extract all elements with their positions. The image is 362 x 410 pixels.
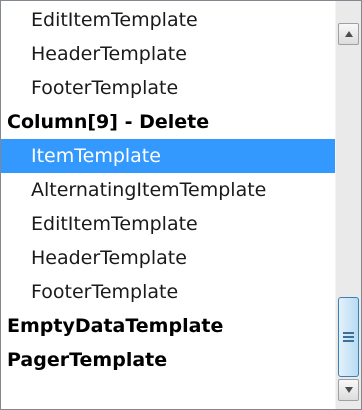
down-arrow-icon xyxy=(345,387,353,393)
scroll-down-button[interactable] xyxy=(338,379,359,401)
template-list: EditItemTemplate HeaderTemplate FooterTe… xyxy=(1,1,335,409)
list-item-footertemplate[interactable]: FooterTemplate xyxy=(1,71,335,105)
group-header-emptydatatemplate[interactable]: EmptyDataTemplate xyxy=(1,309,335,343)
list-item-edititemtemplate-2[interactable]: EditItemTemplate xyxy=(1,207,335,241)
list-item-itemtemplate-selected[interactable]: ItemTemplate xyxy=(1,139,335,173)
up-arrow-icon xyxy=(345,31,353,37)
scroll-up-button[interactable] xyxy=(338,23,359,45)
list-item-alternatingitemtemplate[interactable]: AlternatingItemTemplate xyxy=(1,173,335,207)
list-item-headertemplate[interactable]: HeaderTemplate xyxy=(1,37,335,71)
group-header-pagertemplate[interactable]: PagerTemplate xyxy=(1,343,335,377)
list-item-edititemtemplate[interactable]: EditItemTemplate xyxy=(1,3,335,37)
list-item-headertemplate-2[interactable]: HeaderTemplate xyxy=(1,241,335,275)
list-item-footertemplate-2[interactable]: FooterTemplate xyxy=(1,275,335,309)
template-listbox[interactable]: EditItemTemplate HeaderTemplate FooterTe… xyxy=(0,0,362,410)
scrollbar-thumb[interactable] xyxy=(338,297,359,377)
group-header-column-9-delete[interactable]: Column[9] - Delete xyxy=(1,105,335,139)
vertical-scrollbar[interactable] xyxy=(335,1,361,409)
